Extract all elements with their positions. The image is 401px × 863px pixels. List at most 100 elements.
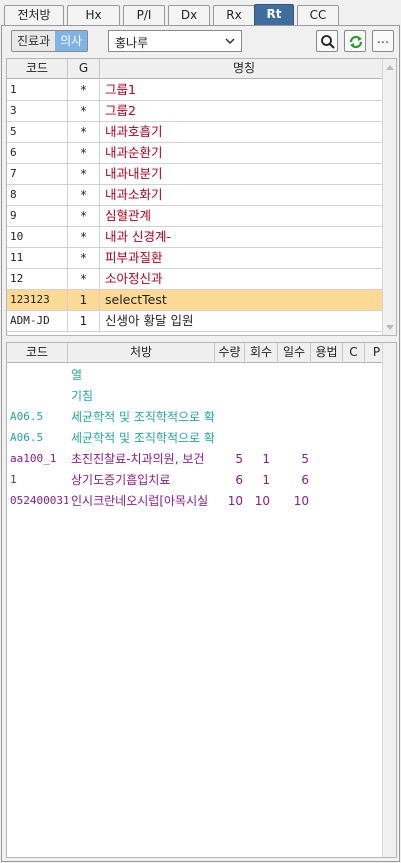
scroll-down-icon[interactable] bbox=[386, 325, 394, 330]
doctor-select[interactable]: 홍나루 bbox=[108, 30, 242, 52]
table-row[interactable]: 5 * 내과호흡기 bbox=[7, 122, 389, 143]
row-name: 소아정신과 bbox=[100, 269, 389, 289]
more-button[interactable]: ... bbox=[372, 30, 394, 52]
table-row[interactable]: 7 * 내과내분기 bbox=[7, 164, 389, 185]
tab-hx[interactable]: Hx bbox=[67, 5, 120, 26]
header-code[interactable]: 코드 bbox=[7, 343, 68, 363]
rx-times: 1 bbox=[262, 452, 270, 466]
rx-code: 1 bbox=[10, 473, 17, 486]
rx-name: 열 bbox=[71, 368, 83, 382]
rx-quantity: 5 bbox=[235, 452, 243, 466]
prescription-row[interactable]: 기침 bbox=[7, 386, 389, 407]
scroll-up-icon[interactable] bbox=[386, 65, 394, 70]
row-code: 12 bbox=[7, 269, 68, 289]
chevron-down-icon bbox=[225, 38, 235, 45]
rx-times bbox=[245, 386, 278, 406]
row-name: 신생아 황달 입원 bbox=[100, 311, 389, 331]
tab-bar: 전처방 Hx P/I Dx Rx Rt CC bbox=[0, 0, 401, 26]
prescription-row[interactable]: aa100_1 초진진찰료-치과의원, 보건 5 1 5 bbox=[7, 449, 389, 470]
header-days[interactable]: 일수 bbox=[278, 343, 311, 363]
table-row[interactable]: 3 * 그룹2 bbox=[7, 101, 389, 122]
header-method[interactable]: 용법 bbox=[311, 343, 343, 363]
row-name: 내과 신경계- bbox=[100, 227, 389, 247]
table-row[interactable]: 10 * 내과 신경계- bbox=[7, 227, 389, 248]
row-name: 심혈관계 bbox=[100, 206, 389, 226]
prescription-row[interactable]: 열 bbox=[7, 365, 389, 386]
row-code: 11 bbox=[7, 248, 68, 268]
row-code: 5 bbox=[7, 122, 68, 142]
row-name: 내과순환기 bbox=[100, 143, 389, 163]
rx-times bbox=[245, 428, 278, 448]
row-g: * bbox=[68, 269, 100, 289]
rx-code bbox=[10, 365, 68, 385]
tab-previous-rx[interactable]: 전처방 bbox=[4, 5, 64, 26]
table-row[interactable]: 123123 1 selectTest bbox=[7, 290, 389, 311]
rx-code: A06.5 bbox=[10, 410, 44, 423]
table-row[interactable]: 11 * 피부과질환 bbox=[7, 248, 389, 269]
rx-times: 10 bbox=[254, 494, 270, 508]
toolbar: 진료과 의사 홍나루 ... bbox=[6, 30, 396, 54]
row-code: ADM-JD bbox=[7, 311, 68, 331]
row-code: 3 bbox=[7, 101, 68, 121]
department-toggle[interactable]: 진료과 bbox=[12, 31, 56, 51]
header-name[interactable]: 명칭 bbox=[100, 59, 389, 79]
tab-rt[interactable]: Rt bbox=[254, 4, 294, 26]
row-g: * bbox=[68, 80, 100, 100]
row-g: * bbox=[68, 122, 100, 142]
header-code[interactable]: 코드 bbox=[7, 59, 68, 79]
group-list-scrollbar[interactable] bbox=[382, 59, 396, 335]
doctor-toggle[interactable]: 의사 bbox=[55, 31, 88, 51]
row-name: 그룹1 bbox=[100, 80, 389, 100]
rx-name: 세균학적 및 조직학적으로 확인된 가슴내 림프절의 결 bbox=[71, 431, 215, 445]
table-row[interactable]: 9 * 심혈관계 bbox=[7, 206, 389, 227]
rx-days bbox=[278, 428, 311, 448]
header-quantity[interactable]: 수량 bbox=[215, 343, 245, 363]
row-code: 123123 bbox=[7, 290, 68, 310]
rx-times bbox=[245, 407, 278, 427]
row-g: * bbox=[68, 227, 100, 247]
row-name: 내과소화기 bbox=[100, 185, 389, 205]
prescription-header: 코드 처방 수량 회수 일수 용법 C P bbox=[7, 343, 389, 363]
row-g: 1 bbox=[68, 311, 100, 331]
tab-dx[interactable]: Dx bbox=[168, 5, 210, 26]
rx-days: 5 bbox=[301, 452, 309, 466]
row-name: selectTest bbox=[100, 290, 389, 310]
prescription-row[interactable]: 052400031 인시크란네오시럽[아목시실 10 10 10 bbox=[7, 491, 389, 512]
tab-cc[interactable]: CC bbox=[297, 5, 339, 26]
row-code: 10 bbox=[7, 227, 68, 247]
rx-days: 6 bbox=[301, 473, 309, 487]
row-g: * bbox=[68, 185, 100, 205]
search-button[interactable] bbox=[316, 30, 338, 52]
tab-pi[interactable]: P/I bbox=[123, 5, 165, 26]
rx-name: 세균학적 및 조직학적으로 확인된 후두, 기관 및 기관 bbox=[71, 410, 215, 424]
table-row[interactable]: 1 * 그룹1 bbox=[7, 80, 389, 101]
rx-times bbox=[245, 365, 278, 385]
table-row[interactable]: 6 * 내과순환기 bbox=[7, 143, 389, 164]
refresh-icon bbox=[349, 35, 363, 49]
row-g: 1 bbox=[68, 290, 100, 310]
rx-code: aa100_1 bbox=[10, 452, 57, 465]
prescription-scrollbar[interactable] bbox=[382, 343, 396, 857]
row-name: 내과호흡기 bbox=[100, 122, 389, 142]
row-name: 피부과질환 bbox=[100, 248, 389, 268]
rx-code: A06.5 bbox=[10, 431, 44, 444]
row-code: 1 bbox=[7, 80, 68, 100]
header-g[interactable]: G bbox=[68, 59, 100, 79]
prescription-row[interactable]: A06.5 세균학적 및 조직학적으로 확인된 후두, 기관 및 기관 bbox=[7, 407, 389, 428]
header-c[interactable]: C bbox=[343, 343, 365, 363]
header-times[interactable]: 회수 bbox=[245, 343, 278, 363]
table-row[interactable]: 8 * 내과소화기 bbox=[7, 185, 389, 206]
refresh-button[interactable] bbox=[344, 30, 366, 52]
table-row[interactable]: ADM-JD 1 신생아 황달 입원 bbox=[7, 311, 389, 332]
row-code: 9 bbox=[7, 206, 68, 226]
rx-days bbox=[278, 386, 311, 406]
table-row[interactable]: 12 * 소아정신과 bbox=[7, 269, 389, 290]
row-g: * bbox=[68, 143, 100, 163]
dept-doctor-toggle[interactable]: 진료과 의사 bbox=[11, 30, 89, 52]
group-list-grid: 코드 G 명칭 1 * 그룹1 3 * 그룹2 5 * 내과호흡기 6 * 내과순환기 7 * 내과내분기 8… bbox=[6, 58, 397, 336]
header-prescription[interactable]: 처방 bbox=[68, 343, 215, 363]
prescription-row[interactable]: A06.5 세균학적 및 조직학적으로 확인된 가슴내 림프절의 결 bbox=[7, 428, 389, 449]
tab-rx[interactable]: Rx bbox=[213, 5, 255, 26]
rx-quantity bbox=[215, 365, 245, 385]
prescription-row[interactable]: 1 상기도증기흡입치료 6 1 6 bbox=[7, 470, 389, 491]
